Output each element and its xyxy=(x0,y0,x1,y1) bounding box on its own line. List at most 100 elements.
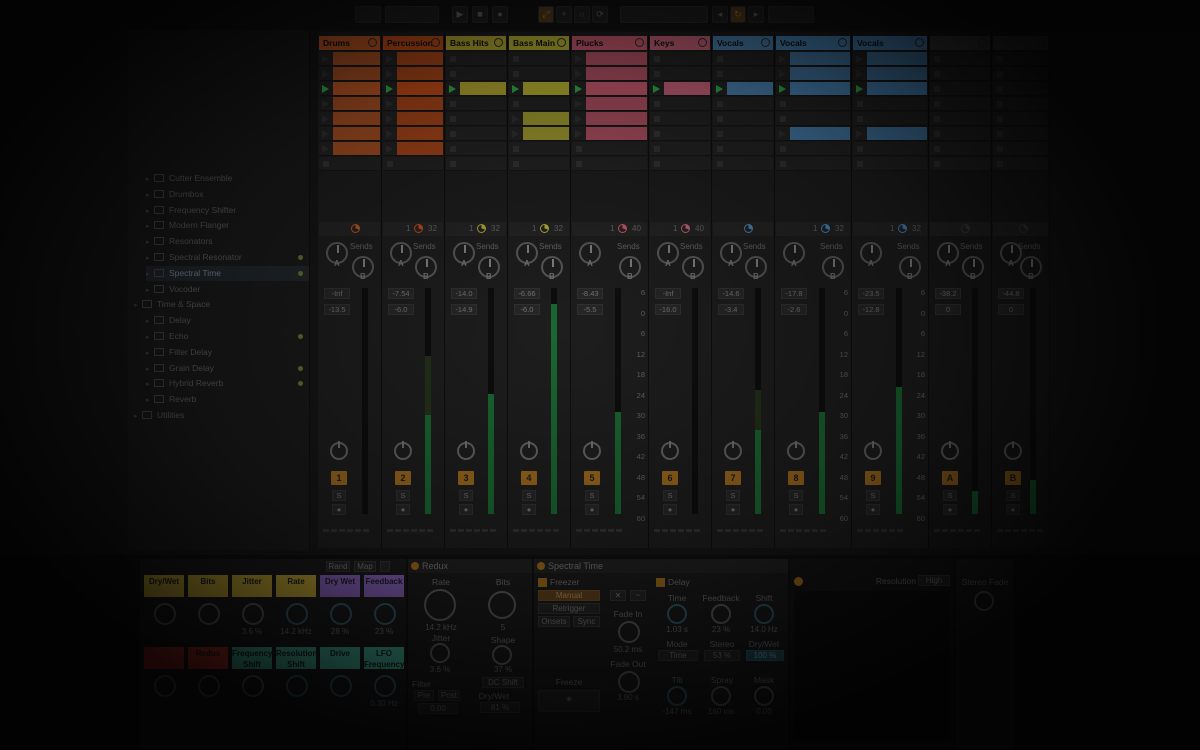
macro-knob[interactable] xyxy=(242,603,264,625)
clip-launch-icon[interactable] xyxy=(512,130,519,138)
clip[interactable] xyxy=(397,52,443,65)
feedback-knob[interactable] xyxy=(711,604,731,624)
clip[interactable] xyxy=(333,142,380,155)
redux-drywet-value[interactable]: 81 % xyxy=(480,702,520,713)
crossfade-assign[interactable] xyxy=(934,524,982,532)
clip-slot[interactable] xyxy=(993,82,1048,96)
arm-button[interactable]: ● xyxy=(866,504,880,515)
power-icon[interactable] xyxy=(537,562,545,570)
waveform-icon[interactable]: ~ xyxy=(630,590,646,601)
crossfade-assign[interactable] xyxy=(387,524,435,532)
drywet-value[interactable]: 100 % xyxy=(746,650,784,661)
clip[interactable] xyxy=(523,127,569,140)
clip[interactable] xyxy=(523,112,569,125)
overdub-button[interactable]: + xyxy=(556,6,572,23)
browser-item[interactable] xyxy=(146,124,309,139)
browser-item[interactable]: ▸ Vocoder xyxy=(146,282,309,297)
clip-slot[interactable] xyxy=(572,97,647,111)
clip-slot[interactable] xyxy=(776,67,850,81)
filter-post-button[interactable]: Post xyxy=(438,690,460,701)
clip-launch-icon[interactable] xyxy=(856,70,863,78)
clip-slot[interactable] xyxy=(776,112,850,126)
clip-slot[interactable] xyxy=(713,157,773,171)
browser-item[interactable]: ▸ Utilities xyxy=(134,408,309,423)
stop-button[interactable]: ■ xyxy=(472,6,488,23)
clip-launch-icon[interactable] xyxy=(449,85,456,93)
manual-button[interactable]: Manual xyxy=(538,590,600,601)
spray-knob[interactable] xyxy=(711,686,731,706)
clip-stop-icon[interactable] xyxy=(997,161,1003,167)
clip-launch-icon[interactable] xyxy=(386,130,393,138)
clip-slot[interactable] xyxy=(713,142,773,156)
clip-slot[interactable] xyxy=(383,67,443,81)
expand-triangle-icon[interactable]: ▸ xyxy=(146,251,154,266)
clip-slot[interactable] xyxy=(383,142,443,156)
pan-knob[interactable] xyxy=(787,441,805,460)
resolution-select[interactable]: High xyxy=(918,575,950,586)
clip-slot[interactable] xyxy=(446,142,506,156)
clip[interactable] xyxy=(333,127,380,140)
clip-stop-icon[interactable] xyxy=(450,131,456,137)
clip-slot[interactable] xyxy=(446,67,506,81)
clip-stop-icon[interactable] xyxy=(717,161,723,167)
clip-slot[interactable] xyxy=(572,67,647,81)
clip-launch-icon[interactable] xyxy=(512,85,519,93)
punch-in-button[interactable]: ◂ xyxy=(712,6,728,23)
clip-slot[interactable] xyxy=(776,82,850,96)
pan-knob[interactable] xyxy=(724,441,742,460)
clip-slot[interactable] xyxy=(319,52,380,66)
clip-stop-icon[interactable] xyxy=(654,71,660,77)
power-icon[interactable] xyxy=(411,562,419,570)
clip-stop-icon[interactable] xyxy=(387,161,393,167)
macro-label[interactable]: Frequency Shift xyxy=(232,647,272,669)
track-volume-value[interactable]: -17.8 xyxy=(781,288,807,299)
track-activator-icon[interactable] xyxy=(368,38,377,47)
solo-button[interactable]: S xyxy=(459,490,473,501)
clip-slot[interactable] xyxy=(572,112,647,126)
clip-stop-icon[interactable] xyxy=(780,146,786,152)
level-meter[interactable] xyxy=(615,288,621,514)
clip-slot[interactable] xyxy=(446,127,506,141)
clip-launch-icon[interactable] xyxy=(653,85,660,93)
expand-triangle-icon[interactable]: ▸ xyxy=(146,219,154,234)
track-title[interactable]: Vocals xyxy=(776,36,850,50)
clip-slot[interactable] xyxy=(930,127,990,141)
track-activator-button[interactable]: 3 xyxy=(458,471,474,485)
browser-item[interactable]: ▸ Grain Delay xyxy=(146,361,309,376)
clip-launch-icon[interactable] xyxy=(322,130,329,138)
clip-stop-icon[interactable] xyxy=(857,161,863,167)
clip-stop-icon[interactable] xyxy=(934,116,940,122)
track-title[interactable]: Vocals xyxy=(853,36,927,50)
clip-slot[interactable] xyxy=(930,112,990,126)
clip-slot[interactable] xyxy=(930,67,990,81)
clip-stop-icon[interactable] xyxy=(780,161,786,167)
clip-stop-icon[interactable] xyxy=(576,161,582,167)
expand-triangle-icon[interactable]: ▸ xyxy=(146,346,154,361)
position-field[interactable] xyxy=(620,6,708,23)
clip-stop-icon[interactable] xyxy=(780,116,786,122)
track-activator-icon[interactable] xyxy=(978,38,987,47)
clip-slot[interactable] xyxy=(776,127,850,141)
pan-knob[interactable] xyxy=(1004,441,1022,460)
track-activator-icon[interactable] xyxy=(494,38,503,47)
track-activator-icon[interactable] xyxy=(557,38,566,47)
spectrum-toggle-icon[interactable] xyxy=(794,577,803,586)
clip-slot[interactable] xyxy=(446,157,506,171)
clip-launch-icon[interactable] xyxy=(779,85,786,93)
play-button[interactable]: ▶ xyxy=(452,6,468,23)
clip-slot[interactable] xyxy=(993,157,1048,171)
track-activator-icon[interactable] xyxy=(915,38,924,47)
clip-stop-icon[interactable] xyxy=(997,116,1003,122)
expand-triangle-icon[interactable]: ▸ xyxy=(146,267,154,282)
clip[interactable] xyxy=(790,67,850,80)
clip[interactable] xyxy=(586,82,647,95)
expand-triangle-icon[interactable]: ▸ xyxy=(146,172,154,187)
clip-launch-icon[interactable] xyxy=(322,115,329,123)
clip-slot[interactable] xyxy=(853,82,927,96)
clip-launch-icon[interactable] xyxy=(386,70,393,78)
expand-triangle-icon[interactable]: ▸ xyxy=(146,314,154,329)
clip-stop-icon[interactable] xyxy=(513,161,519,167)
macro-label[interactable]: Jitter xyxy=(232,575,272,597)
track-activator-button[interactable]: 7 xyxy=(725,471,741,485)
clip[interactable] xyxy=(664,82,710,95)
